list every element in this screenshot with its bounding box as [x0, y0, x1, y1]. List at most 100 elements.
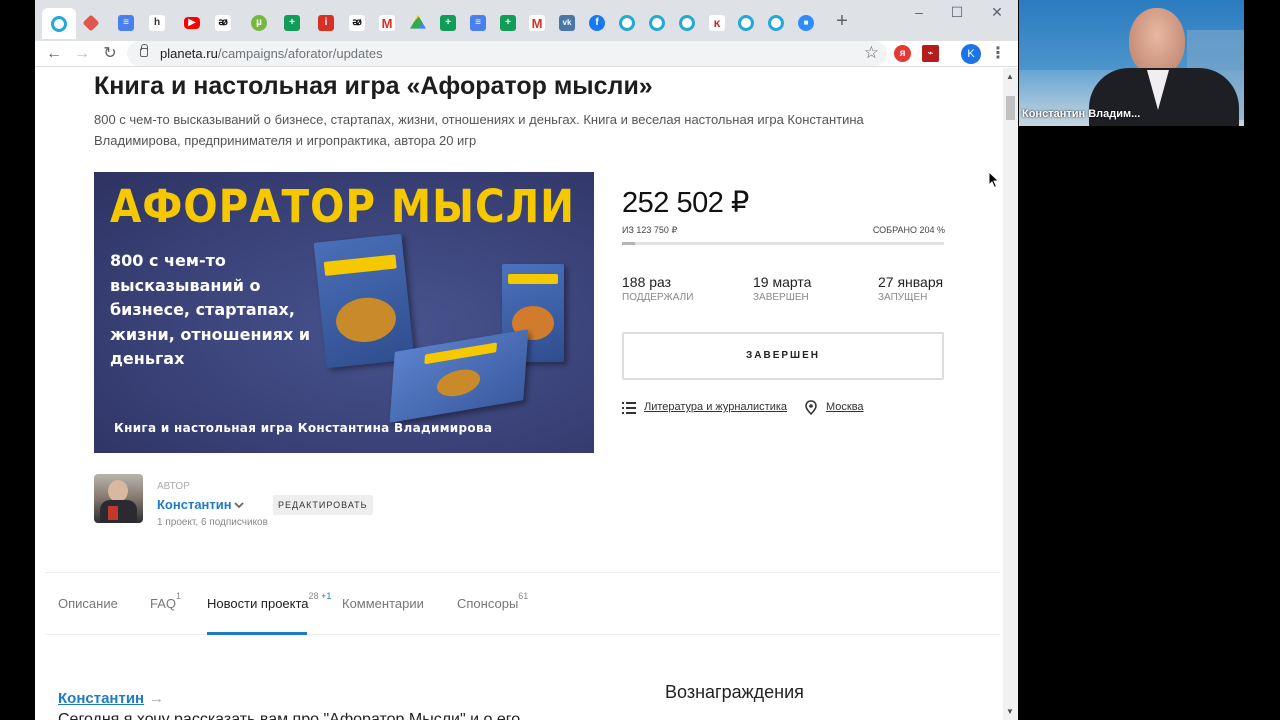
- reload-icon[interactable]: ↻: [99, 43, 121, 65]
- d-icon: ꭁ: [349, 15, 365, 31]
- post-text: Сегодня я хочу рассказать вам про "Афора…: [58, 711, 521, 720]
- profile-avatar[interactable]: K: [961, 44, 981, 64]
- tab-drive[interactable]: [407, 10, 429, 36]
- stat-backers: 188 раз поддержали: [622, 274, 693, 303]
- tab-sponsors[interactable]: Спонсоры61: [457, 591, 528, 611]
- tab-docs[interactable]: ≡: [115, 10, 137, 36]
- youtube-icon: ▶: [184, 17, 200, 29]
- pdf-extension-icon[interactable]: ⌁: [922, 45, 939, 62]
- tab-sheets-3[interactable]: +: [497, 10, 519, 36]
- minimize-button[interactable]: –: [911, 4, 927, 20]
- zoom-camera-icon: ■: [798, 15, 814, 31]
- tab-info[interactable]: i: [315, 10, 337, 36]
- tab-k[interactable]: ĸ: [706, 10, 728, 36]
- planeta-ring-icon: [738, 15, 754, 31]
- book-cover-illustration: [313, 233, 415, 369]
- tab-d-1[interactable]: ꭁ: [212, 10, 234, 36]
- sheets-icon: +: [284, 15, 300, 31]
- forward-arrow-icon[interactable]: →: [71, 43, 93, 65]
- collected-percent: собрано 204 %: [872, 225, 945, 235]
- page-scrollbar[interactable]: ▲ ▼: [1003, 68, 1018, 720]
- planeta-ring-icon: [51, 15, 67, 32]
- sheets-icon: +: [500, 15, 516, 31]
- author-avatar[interactable]: [94, 474, 143, 523]
- stat-value: 27 января: [878, 274, 944, 290]
- campaign-banner: АФОРАТОР МЫСЛИ 800 с чем-то высказываний…: [94, 172, 594, 453]
- stat-label: запущен: [878, 292, 928, 303]
- new-tab-button[interactable]: +: [833, 11, 851, 31]
- tab-gmail-2[interactable]: M: [526, 10, 548, 36]
- tab-h[interactable]: h: [146, 10, 168, 36]
- rewards-title: Вознаграждения: [665, 682, 804, 702]
- tab-planeta-3[interactable]: [646, 10, 668, 36]
- browser-toolbar: ← → ↻ planeta.ru/campaigns/aforator/upda…: [35, 41, 1018, 67]
- tab-planeta-6[interactable]: [765, 10, 787, 36]
- page-subtitle: 800 с чем-то высказываний о бизнесе, ста…: [94, 112, 864, 148]
- url-path: /campaigns/aforator/updates: [217, 46, 383, 61]
- planeta-ring-icon: [649, 15, 665, 31]
- scrollbar-thumb[interactable]: [1006, 96, 1015, 120]
- bookmark-star-icon[interactable]: ☆: [864, 43, 879, 63]
- info-icon: i: [318, 15, 334, 31]
- stat-label: поддержали: [622, 292, 694, 303]
- active-tab-indicator: [207, 632, 307, 635]
- banner-description: 800 с чем-то высказываний о бизнесе, ста…: [110, 251, 311, 368]
- tab-count: 61: [518, 591, 529, 601]
- tab-youtube[interactable]: ▶: [181, 10, 203, 36]
- gmail-icon: M: [379, 15, 395, 31]
- tab-planeta-4[interactable]: [676, 10, 698, 36]
- tab-comments[interactable]: Комментарии: [342, 596, 424, 611]
- sheets-icon: +: [440, 15, 456, 31]
- stat-finished: 19 марта завершен: [753, 274, 811, 303]
- chevron-down-icon[interactable]: [233, 499, 245, 511]
- funding-goal: из 123 750 ₽: [622, 225, 678, 235]
- stat-launched: 27 января запущен: [878, 274, 943, 303]
- tab-planeta-5[interactable]: [735, 10, 757, 36]
- tab-planeta-2[interactable]: [616, 10, 638, 36]
- scroll-down-arrow-icon[interactable]: ▼: [1006, 707, 1014, 716]
- tab-zoom[interactable]: ■: [795, 10, 817, 36]
- tab-docs-2[interactable]: ≡: [467, 10, 489, 36]
- tab-red-diamond[interactable]: [80, 10, 102, 36]
- planeta-ring-icon: [768, 15, 784, 31]
- lock-icon: [140, 44, 148, 57]
- tab-utorrent[interactable]: µ: [248, 10, 270, 36]
- tab-d-2[interactable]: ꭁ: [346, 10, 368, 36]
- tab-gmail-1[interactable]: M: [376, 10, 398, 36]
- tab-strip: ≡ h ▶ ꭁ µ + i ꭁ M + ≡ + M vk f ĸ ■ + – ☐: [35, 0, 1018, 41]
- back-arrow-icon[interactable]: ←: [43, 43, 65, 65]
- location-link[interactable]: Москва: [826, 401, 864, 413]
- edit-button[interactable]: РЕДАКТИРОВАТЬ: [273, 495, 373, 515]
- funding-progress-bar: [622, 242, 944, 245]
- campaign-status-button[interactable]: ЗАВЕРШЕН: [622, 332, 944, 380]
- category-link[interactable]: Литература и журналистика: [644, 401, 787, 413]
- tab-news[interactable]: Новости проекта28 +1: [207, 591, 331, 611]
- webcam-participant-name: Константин Владим...: [1022, 108, 1141, 120]
- maximize-button[interactable]: ☐: [949, 4, 965, 20]
- tab-planeta[interactable]: [42, 8, 76, 39]
- progress-fill: [622, 242, 635, 245]
- address-bar[interactable]: planeta.ru/campaigns/aforator/updates ☆: [127, 41, 887, 66]
- tab-description[interactable]: Описание: [58, 596, 118, 611]
- author-name-link[interactable]: Константин: [157, 497, 232, 512]
- scroll-up-arrow-icon[interactable]: ▲: [1006, 72, 1014, 81]
- tab-sheets-1[interactable]: +: [281, 10, 303, 36]
- tab-vk[interactable]: vk: [556, 10, 578, 36]
- tab-count-badge: 28 +1: [309, 591, 332, 601]
- docs-icon: ≡: [470, 15, 486, 31]
- tab-label: Новости проекта: [207, 596, 309, 611]
- stat-label: завершен: [753, 292, 809, 303]
- tab-sheets-2[interactable]: +: [437, 10, 459, 36]
- utorrent-icon: µ: [251, 15, 267, 31]
- divider: [45, 572, 1000, 573]
- tab-facebook[interactable]: f: [586, 10, 608, 36]
- h-icon: h: [149, 15, 165, 31]
- gmail-icon: M: [529, 15, 545, 31]
- yandex-extension-icon[interactable]: я: [894, 45, 911, 62]
- close-window-button[interactable]: ✕: [989, 4, 1005, 20]
- tab-faq[interactable]: FAQ1: [150, 591, 181, 611]
- post-author-link[interactable]: Константин: [58, 690, 144, 707]
- more-menu-icon[interactable]: ⋮: [990, 44, 1006, 64]
- red-diamond-icon: [82, 14, 100, 32]
- page-title: Книга и настольная игра «Афоратор мысли»: [94, 72, 653, 100]
